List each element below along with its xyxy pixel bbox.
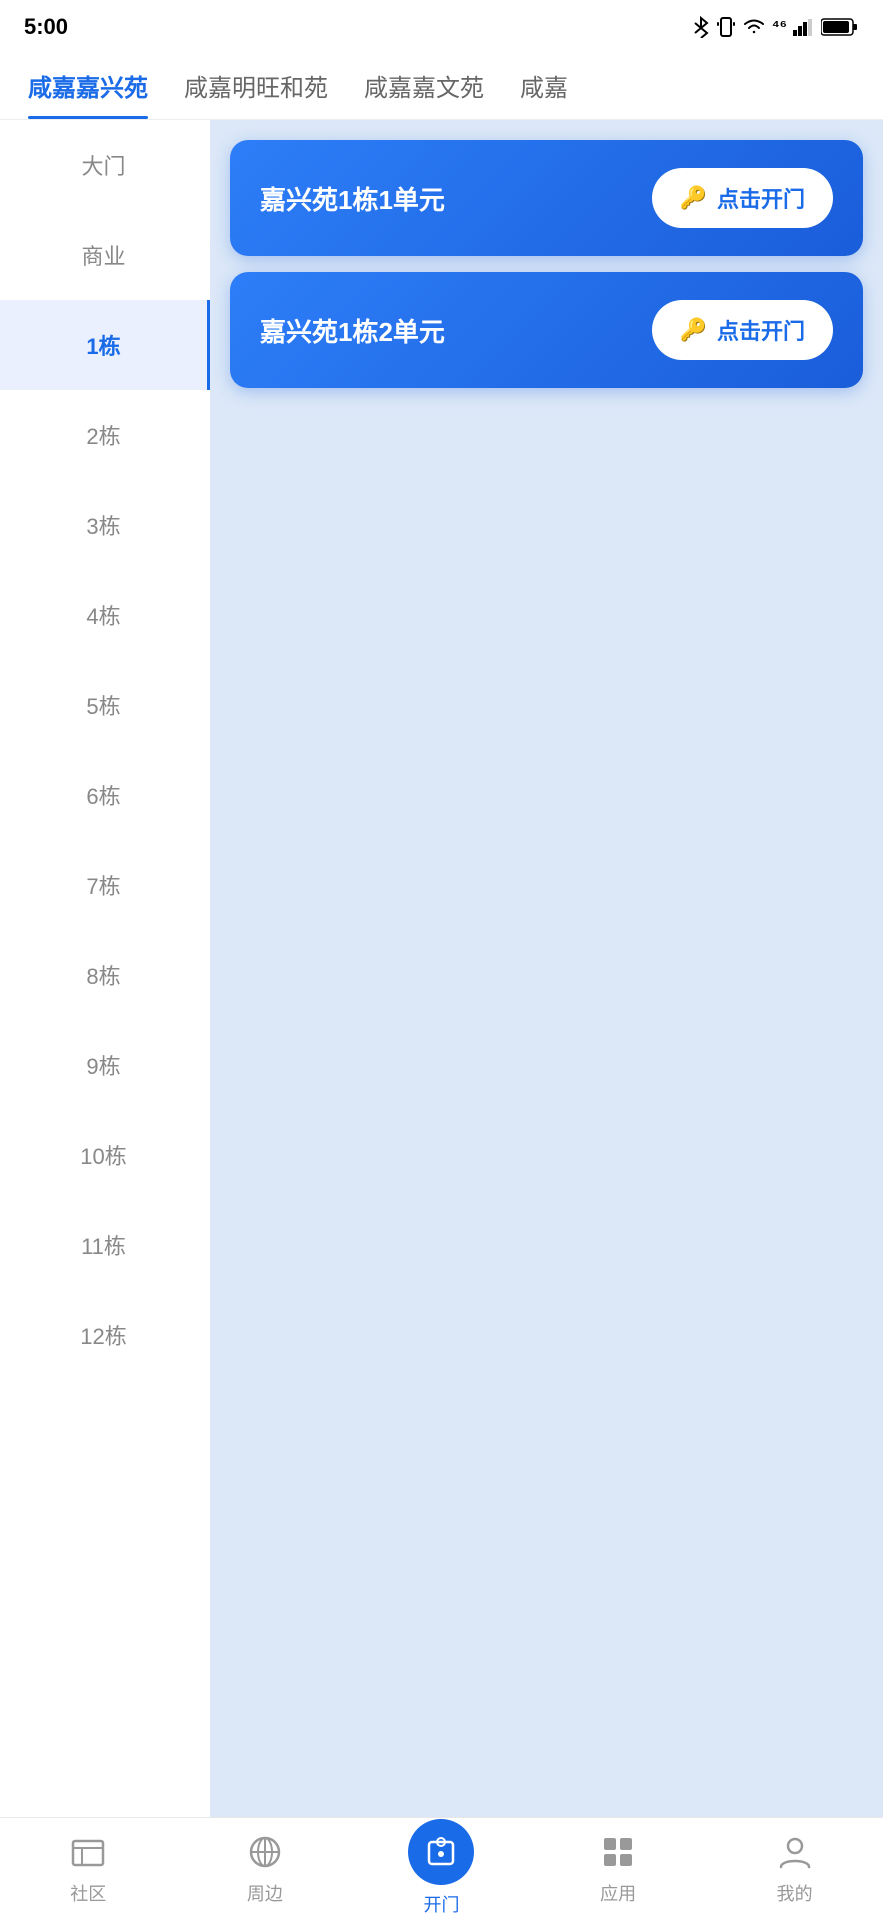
key-icon-1: 🔑 [680, 185, 707, 211]
sidebar-item-b1[interactable]: 1栋 [0, 300, 210, 390]
sidebar-item-b3[interactable]: 3栋 [0, 480, 210, 570]
nav-label-opendoor: 开门 [423, 1891, 459, 1917]
signal-bars-icon [793, 18, 815, 36]
sidebar-item-b4[interactable]: 4栋 [0, 570, 210, 660]
tab-mingwanghe[interactable]: 咸嘉明旺和苑 [166, 68, 346, 119]
sidebar-item-b12[interactable]: 12栋 [0, 1290, 210, 1380]
tab-jiawenyuan[interactable]: 咸嘉嘉文苑 [346, 68, 502, 119]
sidebar-item-b8[interactable]: 8栋 [0, 930, 210, 1020]
status-time: 5:00 [24, 14, 68, 40]
sidebar-item-b5[interactable]: 5栋 [0, 660, 210, 750]
status-icons: ⁴⁶ [692, 16, 859, 38]
nav-label-community: 社区 [70, 1880, 106, 1906]
nav-item-apps[interactable]: 应用 [530, 1830, 707, 1906]
nav-item-community[interactable]: 社区 [0, 1830, 177, 1906]
status-bar: 5:00 ⁴⁶ [0, 0, 883, 50]
battery-icon [821, 17, 859, 37]
opendoor-icon [408, 1819, 474, 1885]
key-icon-2: 🔑 [680, 317, 707, 343]
apps-icon [596, 1830, 640, 1874]
tab-xianjia[interactable]: 咸嘉 [502, 68, 586, 119]
signal-icon: ⁴⁶ [772, 18, 787, 36]
nav-item-opendoor[interactable]: 开门 [353, 1819, 530, 1917]
sidebar-item-b7[interactable]: 7栋 [0, 840, 210, 930]
community-icon [66, 1830, 110, 1874]
mine-icon [773, 1830, 817, 1874]
wifi-icon [742, 18, 766, 36]
nav-label-nearby: 周边 [247, 1880, 283, 1906]
bottom-nav: 社区 周边 开门 [0, 1817, 883, 1917]
door-open-button-2[interactable]: 🔑 点击开门 [652, 300, 833, 360]
sidebar-item-commercial[interactable]: 商业 [0, 210, 210, 300]
nav-label-mine: 我的 [777, 1880, 813, 1906]
door-card-1: 嘉兴苑1栋1单元 🔑 点击开门 [230, 140, 863, 256]
main-content: 大门 商业 1栋 2栋 3栋 4栋 5栋 6栋 7栋 8栋 9栋 [0, 120, 883, 1817]
bluetooth-icon [692, 16, 710, 38]
nav-item-nearby[interactable]: 周边 [177, 1830, 354, 1906]
vibrate-icon [716, 16, 736, 38]
sidebar: 大门 商业 1栋 2栋 3栋 4栋 5栋 6栋 7栋 8栋 9栋 [0, 120, 210, 1817]
sidebar-item-b6[interactable]: 6栋 [0, 750, 210, 840]
door-card-1-title: 嘉兴苑1栋1单元 [260, 180, 445, 217]
sidebar-item-gate[interactable]: 大门 [0, 120, 210, 210]
nav-label-apps: 应用 [600, 1880, 636, 1906]
right-panel: 嘉兴苑1栋1单元 🔑 点击开门 嘉兴苑1栋2单元 🔑 点击开门 [210, 120, 883, 1817]
door-card-2-title: 嘉兴苑1栋2单元 [260, 312, 445, 349]
tab-jiaxingyuan[interactable]: 咸嘉嘉兴苑 [10, 68, 166, 119]
nearby-icon [243, 1830, 287, 1874]
sidebar-item-b9[interactable]: 9栋 [0, 1020, 210, 1110]
tab-header: 咸嘉嘉兴苑 咸嘉明旺和苑 咸嘉嘉文苑 咸嘉 [0, 50, 883, 120]
door-card-2: 嘉兴苑1栋2单元 🔑 点击开门 [230, 272, 863, 388]
sidebar-item-b11[interactable]: 11栋 [0, 1200, 210, 1290]
sidebar-item-b10[interactable]: 10栋 [0, 1110, 210, 1200]
door-open-button-1[interactable]: 🔑 点击开门 [652, 168, 833, 228]
sidebar-item-b2[interactable]: 2栋 [0, 390, 210, 480]
nav-item-mine[interactable]: 我的 [706, 1830, 883, 1906]
